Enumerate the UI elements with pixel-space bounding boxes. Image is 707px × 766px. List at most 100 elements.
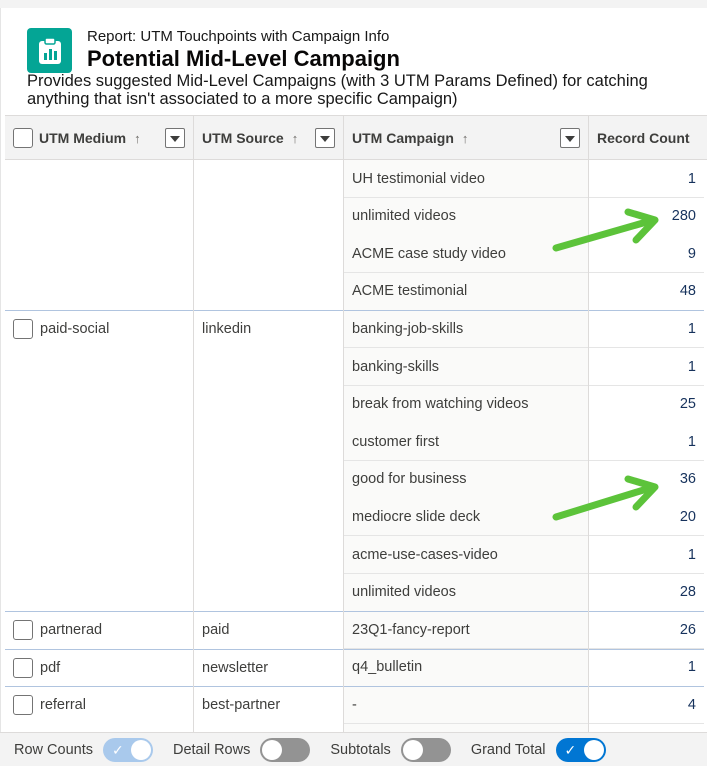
- column-divider: [343, 160, 344, 740]
- cell-record-count[interactable]: 28: [589, 573, 704, 612]
- cell-utm-medium: pdf: [5, 649, 194, 687]
- cell-record-count[interactable]: 1: [589, 423, 704, 462]
- cell-record-count[interactable]: 4: [589, 686, 704, 725]
- table-row: banking-skills 1: [5, 348, 707, 386]
- column-header-record-count[interactable]: Record Count: [589, 116, 707, 160]
- sort-ascending-icon[interactable]: ↑: [134, 131, 141, 146]
- report-description: Provides suggested Mid-Level Campaigns (…: [27, 72, 648, 108]
- cell-utm-source: [194, 574, 344, 612]
- cell-record-count[interactable]: 9: [589, 235, 704, 274]
- cell-record-count[interactable]: 280: [589, 197, 704, 236]
- group-divider: [5, 310, 704, 312]
- column-label: Record Count: [597, 130, 690, 146]
- cell-utm-source: newsletter: [202, 659, 269, 676]
- subtotals-toggle[interactable]: [400, 737, 451, 762]
- row-checkbox[interactable]: [13, 657, 33, 678]
- column-label: UTM Source: [202, 130, 284, 146]
- cell-record-count[interactable]: 20: [589, 498, 704, 537]
- cell-record-count[interactable]: 1: [589, 160, 704, 198]
- cell-utm-source: best-partner: [202, 697, 281, 714]
- column-label: UTM Medium: [39, 130, 127, 146]
- table-row: ACME testimonial 48: [5, 272, 707, 311]
- column-label: UTM Campaign: [352, 130, 454, 146]
- table-row: acme-use-cases-video 1: [5, 536, 707, 574]
- cell-record-count[interactable]: 26: [589, 611, 704, 650]
- table-header: UTM Medium ↑ UTM Source ↑ UTM Campaign ↑…: [5, 115, 707, 160]
- cell-utm-campaign: unlimited videos: [344, 573, 589, 612]
- group-divider: [5, 686, 704, 688]
- column-menu-icon[interactable]: [560, 128, 580, 148]
- cell-utm-campaign: customer first: [344, 423, 589, 462]
- toggle-label: Subtotals: [330, 741, 391, 758]
- report-clipboard-icon: [27, 28, 72, 73]
- cell-utm-source: [194, 348, 344, 386]
- cell-record-count[interactable]: 1: [589, 348, 704, 386]
- cell-utm-source: [194, 498, 344, 536]
- cell-utm-medium: [5, 461, 194, 499]
- cell-utm-medium: referral: [5, 686, 194, 724]
- table-row: break from watching videos 25: [5, 385, 707, 424]
- column-menu-icon[interactable]: [165, 128, 185, 148]
- cell-record-count[interactable]: 1: [589, 536, 704, 574]
- cell-utm-medium: [5, 536, 194, 574]
- cell-utm-medium: [5, 235, 194, 273]
- column-header-utm-campaign[interactable]: UTM Campaign ↑: [344, 116, 589, 160]
- cell-utm-source: [194, 461, 344, 499]
- group-divider: [5, 648, 704, 650]
- cell-utm-campaign: UH testimonial video: [344, 160, 589, 198]
- toggle-label: Grand Total: [470, 741, 546, 758]
- cell-utm-campaign: mediocre slide deck: [344, 498, 589, 537]
- detail-rows-toggle[interactable]: [260, 737, 311, 762]
- table-row: good for business 36: [5, 460, 707, 499]
- table-row: mediocre slide deck 20: [5, 498, 707, 537]
- cell-record-count[interactable]: 25: [589, 385, 704, 424]
- cell-utm-medium: [5, 498, 194, 536]
- grand-total-toggle-group: Grand Total ✓: [470, 737, 606, 762]
- cell-text: partnerad: [40, 622, 103, 639]
- cell-record-count[interactable]: 48: [589, 272, 704, 311]
- table-row: unlimited videos 280: [5, 197, 707, 236]
- grand-total-toggle[interactable]: ✓: [555, 737, 606, 762]
- check-icon: ✓: [564, 741, 577, 758]
- cell-record-count[interactable]: 1: [589, 648, 704, 687]
- cell-utm-campaign: ACME case study video: [344, 235, 589, 274]
- cell-utm-campaign: -: [344, 686, 589, 725]
- cell-utm-medium: [5, 574, 194, 612]
- cell-record-count[interactable]: 1: [589, 310, 704, 349]
- row-counts-toggle[interactable]: ✓: [102, 737, 153, 762]
- table-row: UH testimonial video 1: [5, 160, 707, 198]
- cell-utm-campaign: 23Q1-fancy-report: [344, 611, 589, 650]
- cell-utm-source: [194, 160, 344, 198]
- cell-text: paid-social: [40, 321, 110, 338]
- cell-utm-medium: [5, 273, 194, 311]
- cell-utm-medium: [5, 386, 194, 424]
- cell-utm-source: linkedin: [202, 321, 252, 338]
- table-row: ACME case study video 9: [5, 235, 707, 274]
- report-footer-toolbar: Row Counts ✓ Detail Rows Subtotals Grand…: [0, 732, 707, 766]
- column-menu-icon[interactable]: [315, 128, 335, 148]
- row-checkbox[interactable]: [13, 695, 33, 716]
- report-panel: Report: UTM Touchpoints with Campaign In…: [0, 8, 707, 766]
- cell-utm-campaign: q4_bulletin: [344, 648, 589, 687]
- cell-utm-campaign: acme-use-cases-video: [344, 536, 589, 574]
- column-divider: [193, 160, 194, 740]
- subtotals-toggle-group: Subtotals: [330, 737, 451, 762]
- table-row: customer first 1: [5, 423, 707, 462]
- cell-utm-source: [194, 235, 344, 273]
- cell-utm-medium: partnerad: [5, 611, 194, 649]
- cell-utm-medium: [5, 348, 194, 386]
- row-checkbox[interactable]: [13, 319, 33, 340]
- column-header-utm-source[interactable]: UTM Source ↑: [194, 116, 344, 160]
- cell-record-count[interactable]: 36: [589, 460, 704, 499]
- column-header-utm-medium[interactable]: UTM Medium ↑: [5, 116, 194, 160]
- sort-ascending-icon[interactable]: ↑: [292, 131, 299, 146]
- table-row: paid-social linkedin banking-job-skills 1: [5, 310, 707, 349]
- row-checkbox[interactable]: [13, 620, 33, 641]
- sort-ascending-icon[interactable]: ↑: [462, 131, 469, 146]
- cell-text: pdf: [40, 659, 61, 676]
- select-all-checkbox[interactable]: [13, 128, 33, 148]
- toggle-label: Row Counts: [14, 741, 93, 758]
- column-divider: [588, 160, 589, 740]
- table-row: unlimited videos 28: [5, 573, 707, 612]
- report-subtitle: Report: UTM Touchpoints with Campaign In…: [87, 28, 390, 45]
